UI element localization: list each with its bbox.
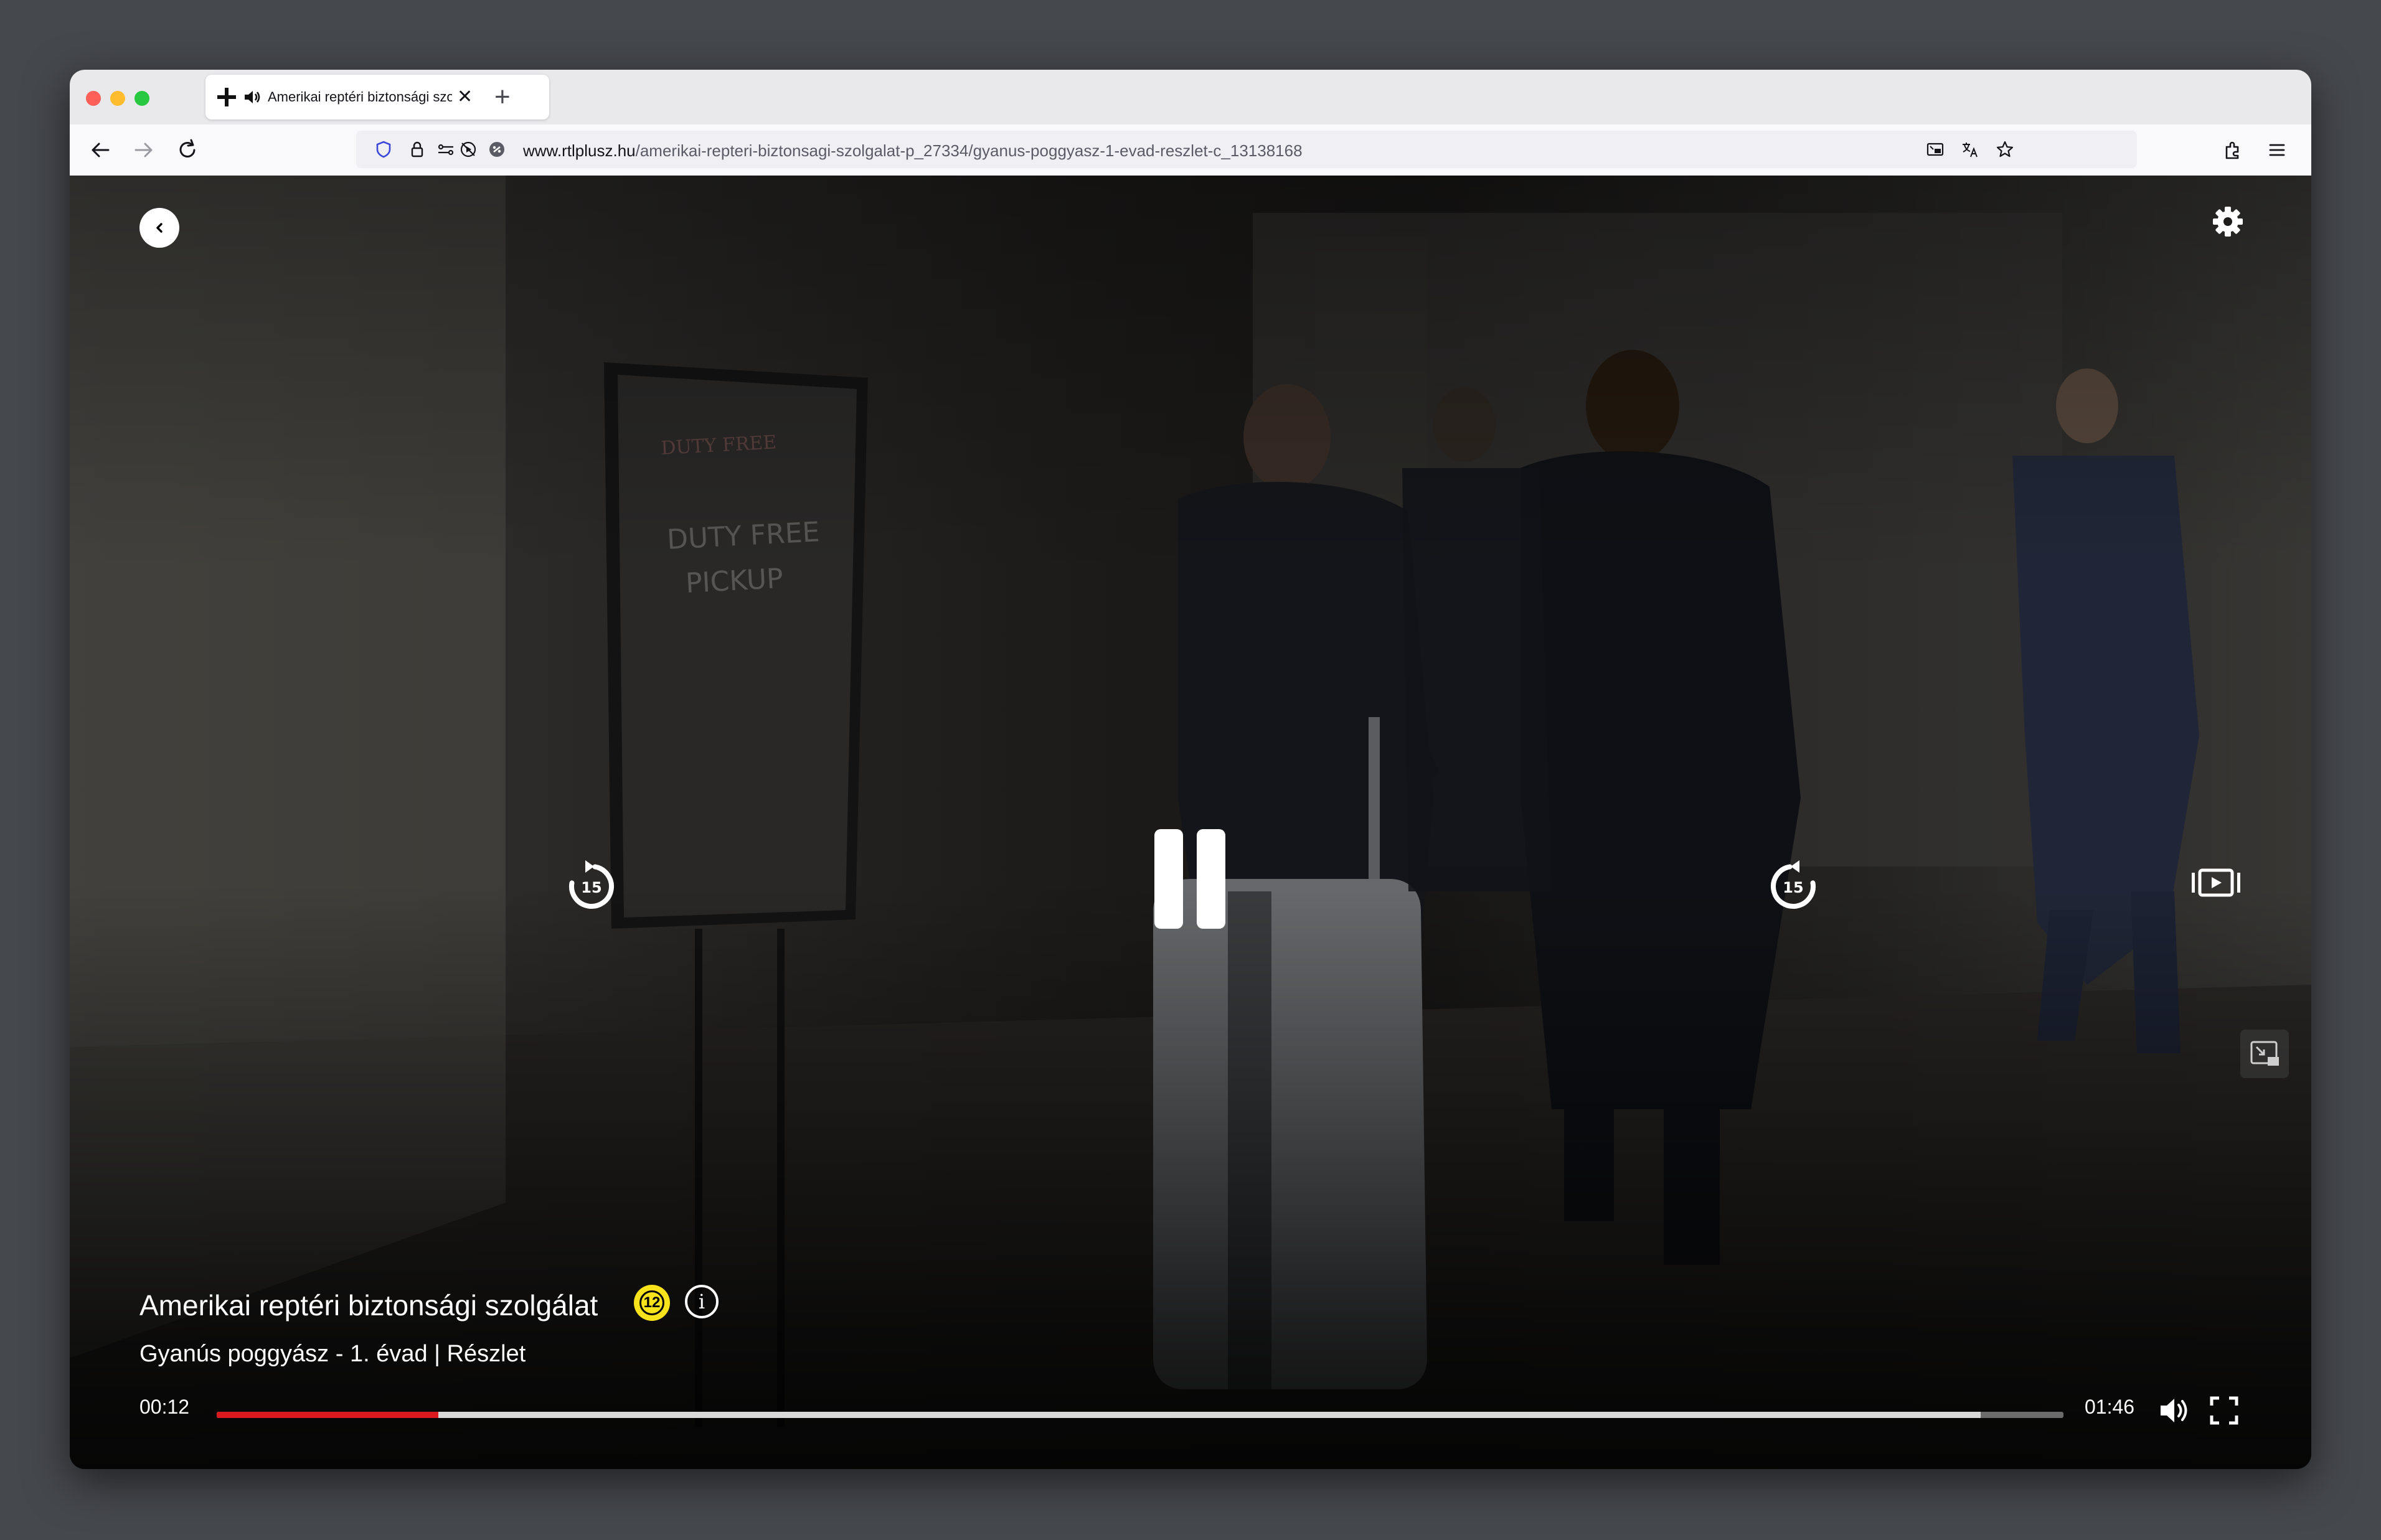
progress-buffered: [217, 1412, 1981, 1418]
tab-title: Amerikai reptéri biztonsági szolgálat: [268, 89, 452, 105]
picture-in-picture-toggle-icon[interactable]: [1925, 139, 1945, 159]
settings-gear-icon[interactable]: [2208, 202, 2248, 242]
autoplay-blocked-icon[interactable]: [458, 139, 478, 159]
permissions-icon[interactable]: [436, 139, 456, 159]
current-time: 00:12: [139, 1396, 190, 1418]
close-window-button[interactable]: [86, 91, 101, 106]
browser-window: Amerikai reptéri biztonsági szolgálat ✕ …: [70, 70, 2311, 1469]
duration: 01:46: [2085, 1396, 2135, 1418]
back-button[interactable]: [139, 208, 179, 248]
skip-back-15-button[interactable]: 15: [560, 855, 623, 918]
fullscreen-icon[interactable]: [2207, 1393, 2242, 1428]
skip-back-15-icon: 15: [569, 860, 614, 909]
video-player[interactable]: DUTY FREE PICKUP DUTY FREE: [70, 176, 2311, 1469]
back-arrow-icon[interactable]: [86, 136, 115, 164]
url-text[interactable]: www.rtlplusz.hu/amerikai-repteri-biztons…: [523, 141, 1303, 161]
tab-strip: Amerikai reptéri biztonsági szolgálat ✕ …: [70, 70, 2311, 124]
site-info-icon[interactable]: [487, 139, 507, 159]
skip-forward-15-button[interactable]: 15: [1762, 855, 1824, 918]
navigation-bar: www.rtlplusz.hu/amerikai-repteri-biztons…: [70, 124, 2311, 176]
maximize-window-button[interactable]: [134, 91, 149, 106]
video-overlay-gradient: [70, 176, 2311, 1469]
next-episode-button[interactable]: [2189, 864, 2243, 901]
url-domain: www.rtlplusz.hu: [523, 141, 636, 160]
picture-in-picture-icon: [2250, 1041, 2279, 1066]
forward-arrow-icon[interactable]: [130, 136, 158, 164]
pause-icon-left-bar: [1154, 829, 1183, 929]
age-rating-label: 12: [643, 1294, 661, 1311]
pause-button[interactable]: [1154, 829, 1227, 935]
chevron-left-icon: [156, 223, 163, 233]
skip-forward-15-icon: 15: [1771, 860, 1816, 909]
new-tab-button[interactable]: +: [494, 80, 511, 115]
skip-forward-label: 15: [1783, 879, 1803, 896]
info-button[interactable]: i: [685, 1285, 719, 1318]
minimize-window-button[interactable]: [110, 91, 125, 106]
app-menu-icon[interactable]: [2263, 136, 2291, 164]
url-path: /amerikai-repteri-biztonsagi-szolgalat-p…: [635, 141, 1303, 160]
pause-icon-right-bar: [1197, 829, 1225, 929]
bookmark-star-icon[interactable]: [1995, 139, 2015, 159]
skip-back-label: 15: [581, 879, 601, 896]
picture-in-picture-button[interactable]: [2240, 1030, 2289, 1078]
extensions-icon[interactable]: [2218, 136, 2247, 164]
reload-icon[interactable]: [173, 136, 202, 164]
volume-icon[interactable]: [2157, 1393, 2192, 1428]
rtl-plus-favicon-icon: [217, 88, 236, 106]
tab-close-icon[interactable]: ✕: [457, 83, 473, 111]
progress-bar[interactable]: [217, 1412, 2063, 1418]
show-title: Amerikai reptéri biztonsági szolgálat: [139, 1289, 598, 1322]
episode-title: Gyanús poggyász - 1. évad | Részlet: [139, 1341, 526, 1367]
tracking-protection-shield-icon[interactable]: [374, 139, 394, 159]
tab-audio-playing-icon[interactable]: [243, 88, 262, 106]
age-rating-badge: 12: [634, 1285, 670, 1321]
translate-icon[interactable]: [1960, 139, 1980, 159]
lock-icon[interactable]: [407, 139, 427, 159]
address-bar[interactable]: www.rtlplusz.hu/amerikai-repteri-biztons…: [356, 131, 2137, 168]
progress-played: [217, 1412, 438, 1418]
next-episode-icon: [2192, 868, 2240, 897]
